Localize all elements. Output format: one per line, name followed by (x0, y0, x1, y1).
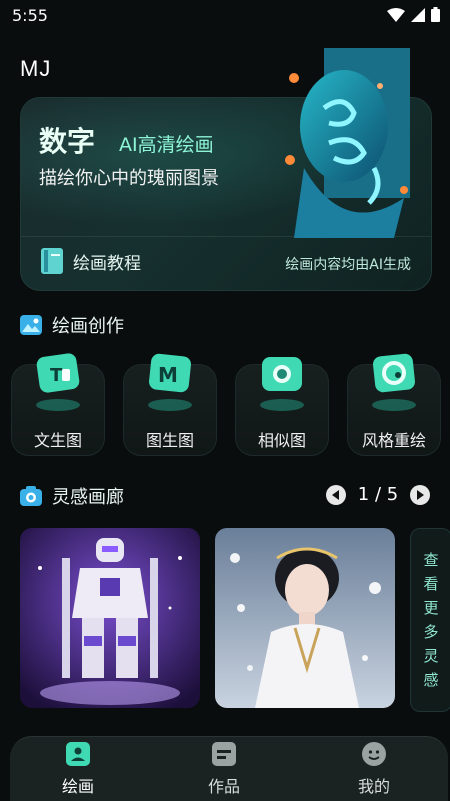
tutorial-link[interactable]: 绘画教程 (41, 248, 141, 274)
tool-text-to-image[interactable]: T 文生图 (11, 353, 105, 456)
tutorial-label: 绘画教程 (73, 253, 141, 274)
tool-style-repaint[interactable]: 风格重绘 (347, 353, 441, 456)
creation-tools: T 文生图 M 图生图 相似图 风格重绘 (11, 353, 441, 456)
tool-label: 图生图 (145, 431, 194, 450)
see-more-char: 更 (423, 599, 439, 617)
see-more-inspiration-button[interactable]: 查 看 更 多 灵 感 (410, 528, 450, 712)
ai-disclaimer: 绘画内容均由AI生成 (285, 257, 411, 273)
banner-description: 描绘你心中的瑰丽图景 (39, 168, 219, 189)
book-icon (41, 248, 63, 274)
chevron-left-icon (332, 489, 339, 500)
tab-label: 作品 (207, 777, 240, 796)
see-more-char: 灵 (423, 647, 439, 665)
tab-works[interactable]: 作品 (164, 737, 284, 801)
similar-image-icon (260, 357, 304, 411)
see-more-char: 查 (423, 551, 439, 569)
see-more-char: 感 (423, 671, 439, 689)
banner-accent-text: AI高清绘画 (119, 134, 214, 156)
gallery-heading: 灵感画廊 (52, 487, 124, 508)
status-bar: 5:55 (0, 0, 450, 32)
creation-section-header: 绘画创作 (20, 312, 124, 338)
status-icons (387, 7, 440, 22)
gallery-card[interactable] (215, 528, 395, 708)
tab-label: 我的 (357, 777, 390, 796)
profile-tab-icon (362, 742, 386, 766)
bottom-tab-bar: 绘画 作品 我的 (10, 736, 448, 801)
tool-similar-image[interactable]: 相似图 (235, 357, 329, 456)
gallery-section-header: 灵感画廊 (20, 483, 124, 509)
head-sculpture-illustration (285, 48, 410, 238)
tab-label: 绘画 (61, 777, 94, 796)
see-more-char: 多 (423, 623, 439, 641)
signal-icon (411, 7, 425, 22)
tool-image-to-image[interactable]: M 图生图 (123, 353, 217, 456)
image-to-image-icon: M (148, 353, 192, 411)
battery-icon (431, 7, 440, 22)
drawing-tab-icon (66, 742, 90, 766)
tool-label: 文生图 (33, 431, 82, 450)
text-to-image-icon: T (36, 353, 80, 411)
creation-heading: 绘画创作 (52, 316, 124, 337)
robot-artwork (20, 528, 200, 708)
style-repaint-icon (372, 353, 416, 411)
works-tab-icon (212, 742, 236, 766)
tab-mine[interactable]: 我的 (314, 737, 434, 801)
svg-text:M: M (158, 363, 178, 387)
tool-label: 风格重绘 (361, 431, 426, 450)
picture-icon (20, 315, 42, 335)
next-page-button[interactable] (410, 484, 430, 505)
see-more-char: 看 (423, 575, 439, 593)
status-time: 5:55 (12, 6, 48, 25)
gallery-card[interactable] (20, 528, 200, 708)
page-indicator: 1 / 5 (357, 484, 399, 505)
tool-label: 相似图 (257, 431, 306, 450)
app-title: MJ (20, 56, 52, 81)
camera-icon (20, 486, 42, 506)
portrait-artwork (215, 528, 395, 708)
chevron-right-icon (417, 489, 424, 500)
banner-title: 数字 (39, 125, 96, 158)
svg-text:T: T (50, 365, 63, 386)
gallery-pager: 1 / 5 (326, 484, 430, 505)
wifi-icon (387, 7, 405, 22)
prev-page-button[interactable] (326, 484, 346, 505)
tab-drawing[interactable]: 绘画 (18, 737, 138, 801)
